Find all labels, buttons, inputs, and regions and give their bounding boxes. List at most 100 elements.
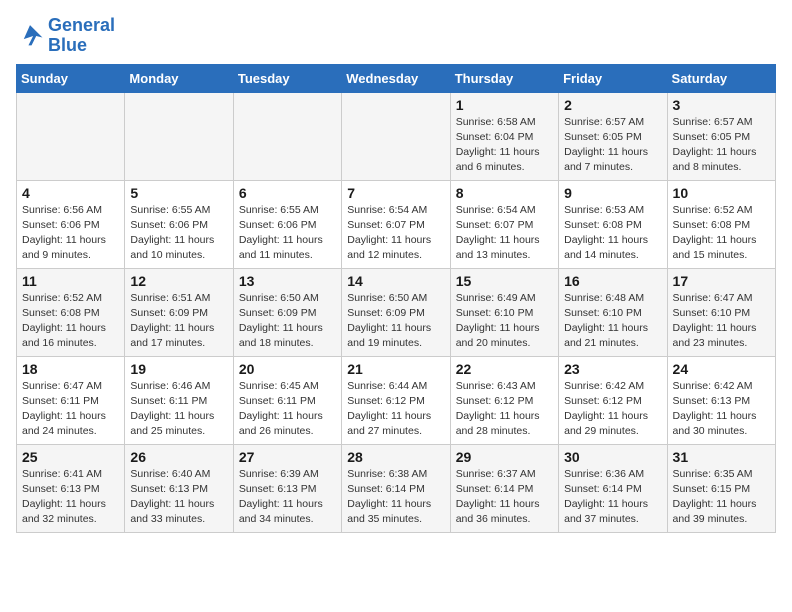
day-header-saturday: Saturday (667, 64, 775, 92)
day-number: 21 (347, 361, 444, 377)
day-info: Sunrise: 6:55 AMSunset: 6:06 PMDaylight:… (239, 203, 336, 264)
day-info: Sunrise: 6:43 AMSunset: 6:12 PMDaylight:… (456, 379, 553, 440)
day-number: 7 (347, 185, 444, 201)
day-number: 14 (347, 273, 444, 289)
calendar-week-row: 4 Sunrise: 6:56 AMSunset: 6:06 PMDaylight… (17, 180, 776, 268)
day-number: 12 (130, 273, 227, 289)
calendar-cell: 7Sunrise: 6:54 AMSunset: 6:07 PMDaylight… (342, 180, 450, 268)
calendar-cell: 4 Sunrise: 6:56 AMSunset: 6:06 PMDaylight… (17, 180, 125, 268)
day-header-monday: Monday (125, 64, 233, 92)
day-info: Sunrise: 6:55 AMSunset: 6:06 PMDaylight:… (130, 203, 227, 264)
calendar-cell: 22 Sunrise: 6:43 AMSunset: 6:12 PMDayligh… (450, 356, 558, 444)
calendar-header-row: SundayMondayTuesdayWednesdayThursdayFrid… (17, 64, 776, 92)
calendar-cell: 12Sunrise: 6:51 AMSunset: 6:09 PMDayligh… (125, 268, 233, 356)
calendar-cell: 11 Sunrise: 6:52 AMSunset: 6:08 PMDayligh… (17, 268, 125, 356)
day-number: 5 (130, 185, 227, 201)
day-number: 30 (564, 449, 661, 465)
day-number: 19 (130, 361, 227, 377)
logo: General Blue (16, 16, 115, 56)
day-number: 6 (239, 185, 336, 201)
calendar-cell: 29Sunrise: 6:37 AMSunset: 6:14 PMDayligh… (450, 444, 558, 532)
day-header-sunday: Sunday (17, 64, 125, 92)
calendar-cell: 2 Sunrise: 6:57 AMSunset: 6:05 PMDaylight… (559, 92, 667, 180)
day-number: 27 (239, 449, 336, 465)
calendar-cell: 25Sunrise: 6:41 AMSunset: 6:13 PMDayligh… (17, 444, 125, 532)
day-number: 11 (22, 273, 119, 289)
day-number: 23 (564, 361, 661, 377)
day-info: Sunrise: 6:35 AMSunset: 6:15 PMDaylight:… (673, 467, 770, 528)
day-info: Sunrise: 6:58 AMSunset: 6:04 PMDaylight:… (456, 115, 553, 176)
day-number: 4 (22, 185, 119, 201)
calendar-cell: 24 Sunrise: 6:42 AMSunset: 6:13 PMDayligh… (667, 356, 775, 444)
calendar-week-row: 25Sunrise: 6:41 AMSunset: 6:13 PMDayligh… (17, 444, 776, 532)
calendar-cell: 28 Sunrise: 6:38 AMSunset: 6:14 PMDayligh… (342, 444, 450, 532)
calendar-cell: 6 Sunrise: 6:55 AMSunset: 6:06 PMDaylight… (233, 180, 341, 268)
day-number: 2 (564, 97, 661, 113)
day-info: Sunrise: 6:36 AMSunset: 6:14 PMDaylight:… (564, 467, 661, 528)
day-number: 15 (456, 273, 553, 289)
day-number: 31 (673, 449, 770, 465)
day-info: Sunrise: 6:48 AMSunset: 6:10 PMDaylight:… (564, 291, 661, 352)
calendar-week-row: 18 Sunrise: 6:47 AMSunset: 6:11 PMDayligh… (17, 356, 776, 444)
day-info: Sunrise: 6:50 AMSunset: 6:09 PMDaylight:… (347, 291, 444, 352)
calendar-week-row: 1Sunrise: 6:58 AMSunset: 6:04 PMDaylight… (17, 92, 776, 180)
day-number: 28 (347, 449, 444, 465)
day-header-thursday: Thursday (450, 64, 558, 92)
logo-text: General Blue (48, 16, 115, 56)
calendar-cell (125, 92, 233, 180)
day-number: 3 (673, 97, 770, 113)
day-info: Sunrise: 6:38 AMSunset: 6:14 PMDaylight:… (347, 467, 444, 528)
day-info: Sunrise: 6:42 AMSunset: 6:12 PMDaylight:… (564, 379, 661, 440)
day-info: Sunrise: 6:37 AMSunset: 6:14 PMDaylight:… (456, 467, 553, 528)
day-info: Sunrise: 6:47 AMSunset: 6:11 PMDaylight:… (22, 379, 119, 440)
day-header-tuesday: Tuesday (233, 64, 341, 92)
calendar-cell: 21 Sunrise: 6:44 AMSunset: 6:12 PMDayligh… (342, 356, 450, 444)
calendar-cell: 20 Sunrise: 6:45 AMSunset: 6:11 PMDayligh… (233, 356, 341, 444)
calendar-cell: 30 Sunrise: 6:36 AMSunset: 6:14 PMDayligh… (559, 444, 667, 532)
calendar-cell: 5 Sunrise: 6:55 AMSunset: 6:06 PMDaylight… (125, 180, 233, 268)
day-info: Sunrise: 6:45 AMSunset: 6:11 PMDaylight:… (239, 379, 336, 440)
day-number: 13 (239, 273, 336, 289)
day-info: Sunrise: 6:44 AMSunset: 6:12 PMDaylight:… (347, 379, 444, 440)
day-header-wednesday: Wednesday (342, 64, 450, 92)
calendar-cell: 26 Sunrise: 6:40 AMSunset: 6:13 PMDayligh… (125, 444, 233, 532)
calendar-cell: 14 Sunrise: 6:50 AMSunset: 6:09 PMDayligh… (342, 268, 450, 356)
calendar-cell: 18 Sunrise: 6:47 AMSunset: 6:11 PMDayligh… (17, 356, 125, 444)
day-number: 18 (22, 361, 119, 377)
day-info: Sunrise: 6:57 AMSunset: 6:05 PMDaylight:… (564, 115, 661, 176)
day-info: Sunrise: 6:40 AMSunset: 6:13 PMDaylight:… (130, 467, 227, 528)
day-info: Sunrise: 6:42 AMSunset: 6:13 PMDaylight:… (673, 379, 770, 440)
day-info: Sunrise: 6:47 AMSunset: 6:10 PMDaylight:… (673, 291, 770, 352)
calendar-cell (342, 92, 450, 180)
day-number: 22 (456, 361, 553, 377)
calendar-cell: 15 Sunrise: 6:49 AMSunset: 6:10 PMDayligh… (450, 268, 558, 356)
day-info: Sunrise: 6:52 AMSunset: 6:08 PMDaylight:… (673, 203, 770, 264)
day-number: 20 (239, 361, 336, 377)
day-number: 8 (456, 185, 553, 201)
day-number: 9 (564, 185, 661, 201)
calendar-cell: 19Sunrise: 6:46 AMSunset: 6:11 PMDayligh… (125, 356, 233, 444)
day-info: Sunrise: 6:54 AMSunset: 6:07 PMDaylight:… (456, 203, 553, 264)
day-info: Sunrise: 6:52 AMSunset: 6:08 PMDaylight:… (22, 291, 119, 352)
calendar-cell: 23 Sunrise: 6:42 AMSunset: 6:12 PMDayligh… (559, 356, 667, 444)
day-number: 25 (22, 449, 119, 465)
day-number: 10 (673, 185, 770, 201)
day-info: Sunrise: 6:50 AMSunset: 6:09 PMDaylight:… (239, 291, 336, 352)
calendar-week-row: 11 Sunrise: 6:52 AMSunset: 6:08 PMDayligh… (17, 268, 776, 356)
day-number: 26 (130, 449, 227, 465)
calendar-cell: 13 Sunrise: 6:50 AMSunset: 6:09 PMDayligh… (233, 268, 341, 356)
day-number: 24 (673, 361, 770, 377)
day-header-friday: Friday (559, 64, 667, 92)
calendar-cell: 27Sunrise: 6:39 AMSunset: 6:13 PMDayligh… (233, 444, 341, 532)
calendar-table: SundayMondayTuesdayWednesdayThursdayFrid… (16, 64, 776, 533)
calendar-cell: 31 Sunrise: 6:35 AMSunset: 6:15 PMDayligh… (667, 444, 775, 532)
logo-icon (16, 22, 44, 50)
calendar-cell: 3Sunrise: 6:57 AMSunset: 6:05 PMDaylight… (667, 92, 775, 180)
day-info: Sunrise: 6:53 AMSunset: 6:08 PMDaylight:… (564, 203, 661, 264)
calendar-cell (233, 92, 341, 180)
calendar-cell: 1Sunrise: 6:58 AMSunset: 6:04 PMDaylight… (450, 92, 558, 180)
calendar-cell: 8 Sunrise: 6:54 AMSunset: 6:07 PMDaylight… (450, 180, 558, 268)
day-info: Sunrise: 6:49 AMSunset: 6:10 PMDaylight:… (456, 291, 553, 352)
day-info: Sunrise: 6:56 AMSunset: 6:06 PMDaylight:… (22, 203, 119, 264)
calendar-cell (17, 92, 125, 180)
